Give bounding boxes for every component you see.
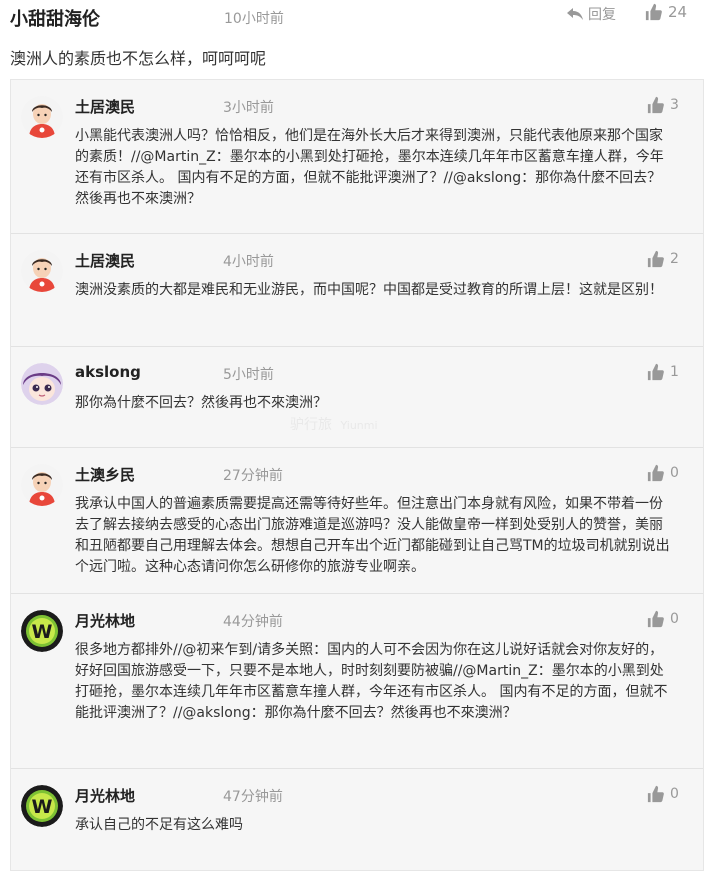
watermark-small-text: Yiunmi bbox=[340, 419, 378, 432]
svg-text:W: W bbox=[32, 621, 53, 643]
reply-text: 承认自己的不足有这么难吗 bbox=[75, 817, 243, 833]
reply-like-button[interactable]: 0 bbox=[647, 464, 679, 482]
reply-author[interactable]: akslong bbox=[75, 363, 141, 381]
svg-text:W: W bbox=[32, 796, 53, 818]
reply-item: W 月光林地 47分钟前 0 承认自己的不足有这么难吗 bbox=[11, 769, 703, 870]
reply-item: 土澳乡民 27分钟前 0 我承认中国人的普遍素质需要提高还需等待好些年。但注意出… bbox=[11, 448, 703, 594]
reply-label: 回复 bbox=[588, 7, 616, 23]
top-comment-time: 10小时前 bbox=[224, 11, 284, 27]
thumbs-up-icon bbox=[647, 610, 664, 628]
reply-like-button[interactable]: 1 bbox=[647, 363, 679, 381]
reply-like-count: 0 bbox=[670, 465, 679, 481]
thumbs-up-icon bbox=[647, 96, 664, 114]
reply-arrow-icon bbox=[567, 8, 583, 20]
thumbs-up-icon bbox=[647, 363, 664, 381]
reply-text: 那你為什麼不回去？然後再也不來澳洲？ bbox=[75, 395, 327, 411]
top-like-button[interactable]: 24 bbox=[645, 3, 687, 21]
reply-author[interactable]: 土居澳民 bbox=[75, 96, 135, 117]
reply-button[interactable]: 回复 bbox=[566, 4, 616, 24]
boy-avatar[interactable] bbox=[21, 250, 63, 292]
reply-author[interactable]: 土澳乡民 bbox=[75, 464, 135, 485]
reply-text: 澳洲没素质的大都是难民和无业游民，而中国呢？中国都是受过教育的所谓上层！这就是区… bbox=[75, 282, 663, 298]
reply-item: 土居澳民 4小时前 2 澳洲没素质的大都是难民和无业游民，而中国呢？中国都是受过… bbox=[11, 234, 703, 347]
w-logo-avatar[interactable]: W bbox=[21, 785, 63, 827]
reply-text: 很多地方都排外//@初来乍到/请多关照：国内的人可不会因为你在这儿说好话就会对你… bbox=[75, 642, 668, 721]
reply-like-button[interactable]: 3 bbox=[647, 96, 679, 114]
reply-time: 3小时前 bbox=[223, 100, 274, 116]
thumbs-up-icon bbox=[645, 3, 662, 21]
reply-like-button[interactable]: 0 bbox=[647, 610, 679, 628]
watermark: 驴行旅 Yiunmi bbox=[290, 414, 378, 434]
boy-avatar[interactable] bbox=[21, 96, 63, 138]
reply-thread: 土居澳民 3小时前 3 小黑能代表澳洲人吗？恰恰相反，他们是在海外长大后才来得到… bbox=[10, 79, 704, 871]
reply-like-count: 3 bbox=[670, 97, 679, 113]
top-like-count: 24 bbox=[668, 3, 688, 21]
top-comment-author[interactable]: 小甜甜海伦 bbox=[10, 5, 100, 31]
reply-time: 44分钟前 bbox=[223, 614, 283, 630]
reply-item: W 月光林地 44分钟前 0 很多地方都排外//@初来乍到/请多关照：国内的人可… bbox=[11, 594, 703, 769]
top-comment: 小甜甜海伦 10小时前 回复 24 澳洲人的素质也不怎么样，呵呵呵呢 bbox=[0, 0, 704, 80]
reply-author[interactable]: 土居澳民 bbox=[75, 250, 135, 271]
thumbs-up-icon bbox=[647, 785, 664, 803]
reply-like-count: 1 bbox=[670, 364, 679, 380]
reply-like-count: 0 bbox=[670, 611, 679, 627]
reply-like-button[interactable]: 0 bbox=[647, 785, 679, 803]
reply-text: 小黑能代表澳洲人吗？恰恰相反，他们是在海外长大后才来得到澳洲，只能代表他原来那个… bbox=[75, 128, 664, 207]
reply-author[interactable]: 月光林地 bbox=[75, 785, 135, 806]
reply-time: 4小时前 bbox=[223, 254, 274, 270]
anime-avatar[interactable] bbox=[21, 363, 63, 405]
reply-time: 47分钟前 bbox=[223, 789, 283, 805]
reply-like-button[interactable]: 2 bbox=[647, 250, 679, 268]
top-comment-text: 澳洲人的素质也不怎么样，呵呵呵呢 bbox=[10, 49, 267, 68]
reply-item: 土居澳民 3小时前 3 小黑能代表澳洲人吗？恰恰相反，他们是在海外长大后才来得到… bbox=[11, 80, 703, 234]
w-logo-avatar[interactable]: W bbox=[21, 610, 63, 652]
boy-avatar[interactable] bbox=[21, 464, 63, 506]
reply-like-count: 2 bbox=[670, 251, 679, 267]
thumbs-up-icon bbox=[647, 250, 664, 268]
reply-author[interactable]: 月光林地 bbox=[75, 610, 135, 631]
reply-time: 27分钟前 bbox=[223, 468, 283, 484]
reply-text: 我承认中国人的普遍素质需要提高还需等待好些年。但注意出门本身就有风险，如果不带着… bbox=[75, 496, 670, 575]
reply-time: 5小时前 bbox=[223, 367, 274, 383]
watermark-text: 驴行旅 bbox=[290, 417, 332, 433]
reply-like-count: 0 bbox=[670, 786, 679, 802]
thumbs-up-icon bbox=[647, 464, 664, 482]
